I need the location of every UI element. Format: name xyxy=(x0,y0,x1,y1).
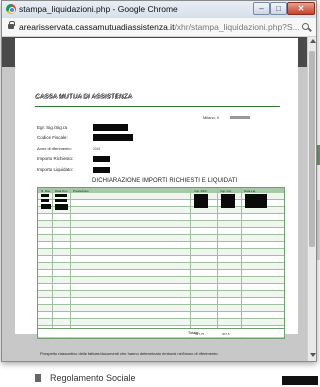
section-title: DICHIARAZIONE IMPORTI RICHIESTI E LIQUID… xyxy=(92,178,238,184)
footnote: Prospetto riassuntivo delle fatture/docu… xyxy=(40,351,219,356)
redacted-cell xyxy=(194,194,208,208)
table-row xyxy=(38,291,284,298)
total-row: Totale: 327,75 307,5 xyxy=(38,328,284,337)
table-row xyxy=(38,256,284,263)
redacted-cell xyxy=(41,204,51,209)
redacted-cell xyxy=(221,194,235,208)
reference-year-label: Anno di riferimento: xyxy=(37,146,72,151)
redacted-cell xyxy=(41,199,49,202)
table-row xyxy=(38,235,284,242)
total-requested: 327,75 xyxy=(195,331,205,336)
minimize-button[interactable]: – xyxy=(253,2,270,15)
redacted-requested-amount xyxy=(93,156,110,162)
table-row xyxy=(38,214,284,221)
col-liquidated: Imp. Liq. xyxy=(220,188,232,193)
fiscal-code-label: Codice Fiscale: xyxy=(37,135,68,140)
address-bar[interactable]: arearisservata.cassamutuadiassistenza.it… xyxy=(2,18,316,37)
total-liquidated: 307,5 xyxy=(222,331,230,336)
col-liq-date: Data Liq. xyxy=(244,188,257,193)
document-icon xyxy=(35,374,41,382)
column-divider xyxy=(52,188,53,338)
col-service: Prestazione xyxy=(73,188,89,193)
redacted-cell xyxy=(55,204,68,210)
redacted-recipient xyxy=(93,124,128,131)
chrome-icon xyxy=(6,4,16,14)
redacted-block xyxy=(282,376,318,385)
redacted-liquidated-amount xyxy=(93,167,110,173)
liquidated-amount-label: Importo Liquidato: xyxy=(37,167,74,172)
redacted-cell xyxy=(55,194,67,197)
url-host: arearisservata.cassamutuadiassistenza.it xyxy=(19,22,175,32)
table-row xyxy=(38,270,284,277)
table-row xyxy=(38,305,284,312)
table-row xyxy=(38,249,284,256)
table-row xyxy=(38,319,284,326)
vertical-scrollbar[interactable] xyxy=(307,37,316,361)
scroll-down-arrow[interactable] xyxy=(310,353,316,357)
reimbursements-table: N. Doc. Data Doc. Prestazione Imp. Rich.… xyxy=(37,187,285,339)
org-title: CASSA MUTUA DI ASSISTENZA xyxy=(36,93,133,100)
requested-amount-label: Importo Richiesto: xyxy=(37,156,74,161)
url-path: /xhr/stampa_liquidazioni.php?S... xyxy=(174,22,300,32)
column-divider xyxy=(190,188,191,338)
column-divider xyxy=(217,188,218,338)
table-row xyxy=(38,277,284,284)
scroll-up-arrow[interactable] xyxy=(310,39,316,43)
lock-icon xyxy=(8,21,15,29)
place-date-prefix: Milano, li xyxy=(203,115,219,120)
column-divider xyxy=(241,188,242,338)
close-button[interactable]: ✕ xyxy=(287,2,315,15)
table-row xyxy=(38,228,284,235)
col-requested: Imp. Rich. xyxy=(194,188,208,193)
table-row xyxy=(38,312,284,319)
title-bar[interactable]: stampa_liquidazioni.php - Google Chrome … xyxy=(2,1,316,18)
window-title: stampa_liquidazioni.php - Google Chrome xyxy=(19,4,178,14)
table-row xyxy=(38,263,284,270)
place-date: Milano, li xyxy=(203,115,219,120)
column-divider xyxy=(70,188,71,338)
recipient-label: Egr. Sig./Sig.ra xyxy=(37,125,68,130)
redacted-cell xyxy=(41,194,49,197)
scrollbar-thumb[interactable] xyxy=(309,51,315,247)
col-doc-date: Data Doc. xyxy=(55,188,69,193)
maximize-button[interactable]: □ xyxy=(270,2,287,15)
table-row xyxy=(38,221,284,228)
redacted-cell xyxy=(55,199,67,202)
regolamento-sociale-link[interactable]: Regolamento Sociale xyxy=(50,373,136,383)
reference-year-value: 2019 xyxy=(93,147,101,151)
redacted-cell xyxy=(245,194,267,208)
redacted-fiscal-code xyxy=(93,134,133,141)
screen: Regolamento Sociale stampa_liquidazioni.… xyxy=(0,0,320,387)
table-row xyxy=(38,284,284,291)
redacted-date xyxy=(230,116,250,119)
table-row xyxy=(38,242,284,249)
table-row xyxy=(38,207,284,214)
title-rule xyxy=(35,106,280,107)
search-icon[interactable] xyxy=(302,23,309,30)
col-doc-number: N. Doc. xyxy=(41,188,52,193)
url-text[interactable]: arearisservata.cassamutuadiassistenza.it… xyxy=(19,22,300,32)
table-row xyxy=(38,298,284,305)
